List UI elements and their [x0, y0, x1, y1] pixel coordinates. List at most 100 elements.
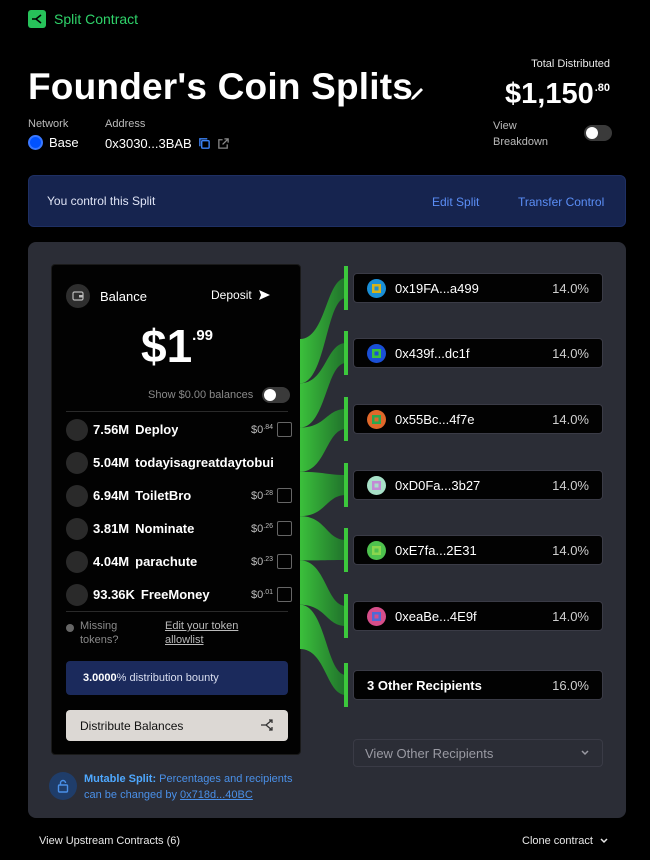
token-name: FreeMoney — [140, 587, 210, 602]
missing-line1: Missing — [80, 620, 118, 632]
recipient-row[interactable]: 0xE7fa...2E31 14.0% — [353, 535, 603, 565]
copy-icon[interactable] — [198, 137, 211, 150]
total-distributed-label: Total Distributed — [531, 58, 610, 70]
balance-cents: .99 — [192, 327, 214, 344]
recipient-avatar — [367, 606, 386, 626]
token-value-whole: $0 — [251, 423, 264, 436]
token-checkbox[interactable] — [277, 521, 292, 536]
token-row[interactable]: 93.36K FreeMoney $0.01 — [66, 578, 292, 611]
token-icon — [66, 484, 88, 507]
view-breakdown-line1: View — [493, 120, 517, 132]
info-icon — [66, 624, 74, 632]
token-checkbox[interactable] — [277, 488, 292, 503]
view-breakdown-line2: Breakdown — [493, 136, 549, 148]
token-row[interactable]: 4.04M parachute $0.23 — [66, 545, 292, 578]
recipient-avatar — [367, 540, 386, 560]
flow-endpoint — [344, 266, 348, 310]
token-checkbox[interactable] — [277, 422, 292, 437]
mutable-text2: can be changed by — [84, 789, 181, 801]
network-label: Network — [28, 118, 69, 130]
token-value-cents: .28 — [263, 489, 273, 497]
split-contract-brand[interactable]: Split Contract — [28, 10, 138, 28]
token-row[interactable]: 7.56M Deploy $0.84 — [66, 413, 292, 446]
divider — [66, 611, 288, 612]
distribute-balances-button[interactable]: Distribute Balances — [66, 710, 288, 741]
chevron-down-icon — [581, 750, 589, 756]
token-row[interactable]: 3.81M Nominate $0.26 — [66, 512, 292, 545]
token-value-cents: .84 — [263, 423, 273, 431]
token-value-cents: .01 — [263, 588, 273, 596]
edit-token-allowlist-link[interactable]: Edit your token allowlist — [165, 619, 238, 647]
edit-allowlist-line1: Edit your token — [165, 620, 239, 632]
flow-endpoint — [344, 528, 348, 572]
recipient-address: 0xD0Fa...3b27 — [395, 477, 481, 493]
token-amount: 6.94M — [93, 488, 130, 503]
recipient-row[interactable]: 0xD0Fa...3b27 14.0% — [353, 470, 603, 500]
view-upstream-contracts-link[interactable]: View Upstream Contracts (6) — [39, 835, 180, 847]
recipient-row[interactable]: 0x55Bc...4f7e 14.0% — [353, 404, 603, 434]
recipient-row[interactable]: 0x439f...dc1f 14.0% — [353, 338, 603, 368]
missing-tokens-label: Missing tokens? — [66, 619, 119, 647]
recipient-percent: 14.0% — [552, 609, 589, 624]
recipient-address: 0x55Bc...4f7e — [395, 411, 475, 427]
recipient-row[interactable]: 0x19FA...a499 14.0% — [353, 273, 603, 303]
send-icon — [258, 290, 270, 300]
recipient-address: 0x439f...dc1f — [395, 345, 470, 361]
controller-address-link[interactable]: 0x718d...40BC — [180, 789, 253, 801]
brand-label: Split Contract — [54, 11, 139, 27]
recipient-row[interactable]: 0xeaBe...4E9f 14.0% — [353, 601, 603, 631]
edit-allowlist-line2: allowlist — [165, 634, 204, 646]
mutable-title: Mutable Split: — [84, 773, 157, 785]
flow-endpoint — [344, 594, 348, 638]
recipient-avatar — [367, 278, 386, 298]
token-icon — [66, 418, 88, 441]
edit-split-link[interactable]: Edit Split — [432, 195, 479, 209]
recipient-percent: 14.0% — [552, 412, 589, 427]
deposit-button[interactable]: Deposit — [211, 288, 271, 302]
divider — [66, 411, 288, 412]
balance-label: Balance — [100, 289, 147, 304]
flow-endpoint — [344, 463, 348, 507]
external-link-icon[interactable] — [217, 137, 230, 150]
flow-band — [300, 471, 346, 517]
wallet-icon — [66, 284, 90, 308]
view-breakdown-toggle[interactable] — [584, 125, 612, 141]
token-value-whole: $0 — [251, 522, 264, 535]
token-name: todayisagreatdaytobui — [135, 455, 274, 470]
token-name: Nominate — [135, 521, 195, 536]
address-label: Address — [105, 118, 146, 130]
token-value: $0.26 — [251, 523, 273, 535]
token-amount: 93.36K — [93, 587, 135, 602]
recipient-avatar — [367, 343, 386, 363]
view-other-recipients-dropdown[interactable]: View Other Recipients — [353, 739, 603, 767]
total-cents: .80 — [594, 82, 610, 94]
bounty-percent: 3.0000 — [83, 672, 117, 684]
token-value: $0.84 — [251, 424, 273, 436]
bounty-text: % distribution bounty — [116, 672, 219, 684]
token-amount: 7.56M — [93, 422, 130, 437]
other-recipients-row[interactable]: 3 Other Recipients 16.0% — [353, 670, 603, 700]
flow-band — [300, 516, 346, 561]
token-value-whole: $0 — [251, 555, 264, 568]
show-zero-balances-toggle[interactable] — [262, 387, 290, 403]
split-icon — [28, 10, 46, 28]
token-value: $0.23 — [251, 556, 273, 568]
deposit-label: Deposit — [211, 288, 252, 302]
distribute-label: Distribute Balances — [80, 718, 184, 733]
transfer-control-link[interactable]: Transfer Control — [518, 195, 604, 209]
token-checkbox[interactable] — [277, 554, 292, 569]
mutable-split-notice: Mutable Split: Percentages and recipient… — [84, 771, 314, 803]
clone-contract-button[interactable]: Clone contract — [522, 835, 609, 847]
flow-endpoint — [344, 397, 348, 441]
token-row[interactable]: 6.94M ToiletBro $0.28 — [66, 479, 292, 512]
recipient-address: 0xeaBe...4E9f — [395, 608, 477, 624]
recipient-percent: 14.0% — [552, 543, 589, 558]
token-name: Deploy — [135, 422, 179, 437]
token-checkbox[interactable] — [277, 587, 292, 602]
recipient-avatar — [367, 409, 386, 429]
token-value-cents: .23 — [263, 555, 273, 563]
token-row[interactable]: 5.04M todayisagreatdaytobui — [66, 446, 292, 479]
pencil-icon[interactable] — [408, 86, 426, 102]
balance-card: Balance Deposit $1.99 Show $0.00 balance… — [51, 264, 301, 755]
base-network-icon — [28, 135, 43, 150]
